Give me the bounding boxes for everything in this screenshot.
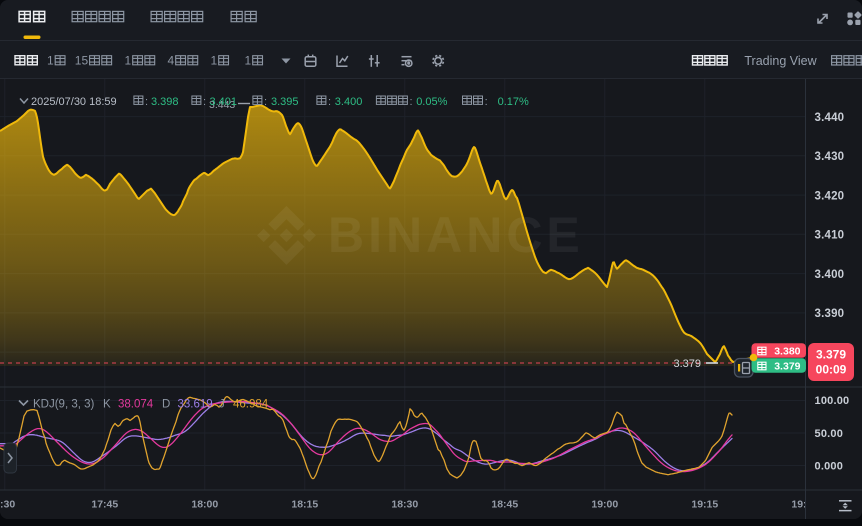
svg-text:0.17%: 0.17% (498, 96, 529, 108)
svg-text:3.398: 3.398 (151, 96, 179, 108)
svg-text:3.380: 3.380 (774, 345, 800, 357)
svg-text:50.00: 50.00 (815, 428, 844, 440)
svg-text:3.379: 3.379 (816, 348, 846, 362)
svg-text:19:00: 19:00 (591, 499, 618, 511)
svg-text:K: K (103, 399, 111, 411)
svg-text:18:45: 18:45 (491, 499, 518, 511)
svg-text:1: 1 (125, 54, 132, 68)
svg-text::: : (485, 96, 488, 108)
svg-text:100.00: 100.00 (815, 395, 850, 407)
svg-text:46.984: 46.984 (233, 399, 269, 411)
svg-text:3.395: 3.395 (271, 96, 299, 108)
svg-text::30: :30 (0, 499, 15, 511)
svg-text:17:45: 17:45 (91, 499, 118, 511)
svg-text:3.401: 3.401 (210, 96, 238, 108)
svg-text:0.05%: 0.05% (416, 96, 447, 108)
svg-text:1: 1 (47, 54, 54, 68)
svg-text::: : (203, 96, 206, 108)
svg-text:3.420: 3.420 (815, 190, 845, 202)
svg-text:1: 1 (245, 54, 252, 68)
svg-text::: : (410, 96, 413, 108)
svg-text:Trading View: Trading View (744, 54, 817, 68)
svg-text:38.074: 38.074 (118, 399, 154, 411)
svg-text:3.410: 3.410 (815, 230, 845, 242)
svg-text:33.619: 33.619 (178, 399, 213, 411)
svg-text:3.440: 3.440 (815, 112, 845, 124)
svg-text:18:00: 18:00 (191, 499, 218, 511)
svg-text:D: D (162, 399, 170, 411)
svg-text::: : (328, 96, 331, 108)
svg-text:2025/07/30 18:59: 2025/07/30 18:59 (31, 96, 117, 108)
svg-text::: : (145, 96, 148, 108)
svg-text:18:15: 18:15 (291, 499, 318, 511)
svg-text:19:15: 19:15 (691, 499, 718, 511)
svg-text::: : (264, 96, 267, 108)
svg-text:KDJ(9, 3, 3): KDJ(9, 3, 3) (33, 399, 95, 411)
svg-text:4: 4 (168, 54, 175, 68)
svg-text:3.379: 3.379 (673, 358, 701, 370)
svg-text:3.430: 3.430 (815, 151, 845, 163)
svg-text:J: J (219, 399, 225, 411)
svg-text:3.400: 3.400 (335, 96, 363, 108)
svg-text:3.400: 3.400 (815, 269, 845, 281)
svg-text:00:09: 00:09 (816, 363, 847, 377)
svg-text:0.000: 0.000 (815, 461, 844, 473)
svg-text:3.379: 3.379 (774, 360, 800, 372)
svg-text:1: 1 (211, 54, 218, 68)
svg-text:18:30: 18:30 (391, 499, 418, 511)
svg-text:3.390: 3.390 (815, 308, 845, 320)
svg-text:BINANCE: BINANCE (328, 207, 584, 263)
svg-text:15: 15 (75, 54, 89, 68)
